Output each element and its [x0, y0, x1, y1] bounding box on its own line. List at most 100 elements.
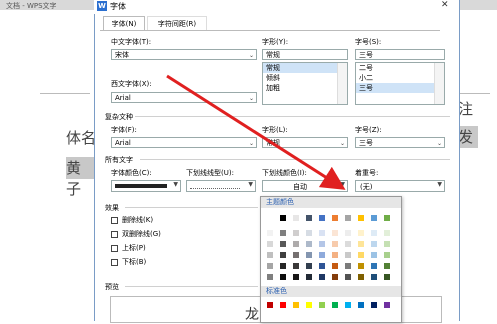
emphasis-combo[interactable]: (无) ▼: [355, 180, 445, 192]
standard-color-swatch[interactable]: [279, 301, 287, 309]
theme-color-swatch[interactable]: [292, 214, 300, 222]
theme-shade-swatch[interactable]: [305, 251, 313, 259]
theme-shade-swatch[interactable]: [370, 273, 378, 281]
font-size-option[interactable]: 小二: [356, 73, 444, 83]
theme-shade-swatch[interactable]: [357, 240, 365, 248]
font-style-option[interactable]: 倾斜: [263, 73, 347, 83]
theme-shade-swatch[interactable]: [370, 262, 378, 270]
theme-shade-swatch[interactable]: [331, 273, 339, 281]
theme-shade-swatch[interactable]: [383, 240, 391, 248]
theme-shade-swatch[interactable]: [383, 229, 391, 237]
theme-shade-swatch[interactable]: [318, 251, 326, 259]
theme-shade-swatch[interactable]: [279, 229, 287, 237]
complex-font-combo[interactable]: Arial ⌄: [111, 137, 257, 148]
theme-color-swatch[interactable]: [279, 214, 287, 222]
theme-shade-swatch[interactable]: [383, 251, 391, 259]
complex-style-combo[interactable]: 常规 ⌄: [262, 137, 348, 148]
complex-size-combo[interactable]: 三号 ⌄: [355, 137, 445, 148]
theme-shade-swatch[interactable]: [266, 273, 274, 281]
theme-shade-swatch[interactable]: [318, 229, 326, 237]
standard-color-swatch[interactable]: [383, 301, 391, 309]
theme-shade-swatch[interactable]: [344, 262, 352, 270]
close-icon[interactable]: ✕: [441, 0, 449, 10]
theme-shade-swatch[interactable]: [370, 251, 378, 259]
theme-shade-swatch[interactable]: [357, 273, 365, 281]
font-style-scrollbar[interactable]: [337, 63, 347, 104]
western-font-label: 西文字体(X):: [111, 80, 152, 88]
theme-shade-swatch[interactable]: [292, 240, 300, 248]
font-style-option[interactable]: 常规: [263, 63, 347, 73]
theme-shade-swatch[interactable]: [292, 262, 300, 270]
theme-shade-swatch[interactable]: [279, 251, 287, 259]
theme-shade-swatch[interactable]: [344, 229, 352, 237]
theme-color-swatch[interactable]: [318, 214, 326, 222]
standard-color-swatch[interactable]: [357, 301, 365, 309]
theme-shade-swatch[interactable]: [357, 262, 365, 270]
theme-shade-swatch[interactable]: [292, 251, 300, 259]
font-size-scrollbar[interactable]: [434, 63, 444, 104]
theme-shade-swatch[interactable]: [331, 240, 339, 248]
font-style-list[interactable]: 常规 倾斜 加粗: [262, 62, 348, 105]
theme-shade-swatch[interactable]: [292, 273, 300, 281]
tab-font[interactable]: 字体(N): [103, 16, 145, 31]
theme-shade-swatch[interactable]: [344, 240, 352, 248]
standard-color-swatch[interactable]: [318, 301, 326, 309]
theme-color-swatch[interactable]: [331, 214, 339, 222]
theme-color-swatch[interactable]: [370, 214, 378, 222]
theme-shade-swatch[interactable]: [305, 229, 313, 237]
western-font-combo[interactable]: Arial ⌄: [111, 92, 257, 103]
section-divider: [125, 286, 258, 287]
theme-shade-swatch[interactable]: [370, 240, 378, 248]
superscript-checkbox[interactable]: [111, 245, 118, 252]
standard-color-swatch[interactable]: [292, 301, 300, 309]
font-style-input[interactable]: 常规: [262, 49, 348, 60]
font-size-option[interactable]: 二号: [356, 63, 444, 73]
standard-color-swatch[interactable]: [344, 301, 352, 309]
theme-shade-swatch[interactable]: [279, 262, 287, 270]
theme-shade-swatch[interactable]: [383, 273, 391, 281]
underline-color-picker[interactable]: 自动 ▼: [262, 180, 348, 192]
theme-shade-swatch[interactable]: [279, 240, 287, 248]
double-strikethrough-checkbox[interactable]: [111, 231, 118, 238]
theme-shade-swatch[interactable]: [305, 240, 313, 248]
theme-shade-swatch[interactable]: [305, 262, 313, 270]
theme-color-swatch[interactable]: [266, 214, 274, 222]
theme-shade-swatch[interactable]: [279, 273, 287, 281]
theme-shade-swatch[interactable]: [305, 273, 313, 281]
theme-shade-swatch[interactable]: [266, 262, 274, 270]
standard-color-swatch[interactable]: [370, 301, 378, 309]
theme-shade-swatch[interactable]: [266, 229, 274, 237]
theme-color-swatch[interactable]: [383, 214, 391, 222]
font-style-option[interactable]: 加粗: [263, 83, 347, 93]
theme-color-swatch[interactable]: [305, 214, 313, 222]
font-size-input[interactable]: 三号: [355, 49, 445, 60]
theme-shade-swatch[interactable]: [357, 229, 365, 237]
theme-color-swatch[interactable]: [344, 214, 352, 222]
theme-shade-swatch[interactable]: [357, 251, 365, 259]
font-size-list[interactable]: 二号 小二 三号: [355, 62, 445, 105]
standard-color-swatch[interactable]: [331, 301, 339, 309]
underline-type-combo[interactable]: ▼: [186, 180, 256, 192]
theme-shade-swatch[interactable]: [266, 251, 274, 259]
theme-shade-swatch[interactable]: [344, 273, 352, 281]
theme-shade-swatch[interactable]: [331, 262, 339, 270]
chinese-font-combo[interactable]: 宋体 ⌄: [111, 49, 257, 60]
font-size-option[interactable]: 三号: [356, 83, 444, 93]
standard-color-swatch[interactable]: [305, 301, 313, 309]
strikethrough-checkbox[interactable]: [111, 217, 118, 224]
theme-shade-swatch[interactable]: [292, 229, 300, 237]
standard-color-swatch[interactable]: [266, 301, 274, 309]
theme-shade-swatch[interactable]: [266, 240, 274, 248]
subscript-checkbox[interactable]: [111, 259, 118, 266]
theme-shade-swatch[interactable]: [344, 251, 352, 259]
theme-color-swatch[interactable]: [357, 214, 365, 222]
theme-shade-swatch[interactable]: [318, 273, 326, 281]
theme-shade-swatch[interactable]: [318, 240, 326, 248]
tab-character-spacing[interactable]: 字符间距(R): [147, 16, 207, 31]
theme-shade-swatch[interactable]: [370, 229, 378, 237]
theme-shade-swatch[interactable]: [331, 229, 339, 237]
font-color-picker[interactable]: ▼: [111, 180, 181, 192]
theme-shade-swatch[interactable]: [318, 262, 326, 270]
theme-shade-swatch[interactable]: [383, 262, 391, 270]
theme-shade-swatch[interactable]: [331, 251, 339, 259]
